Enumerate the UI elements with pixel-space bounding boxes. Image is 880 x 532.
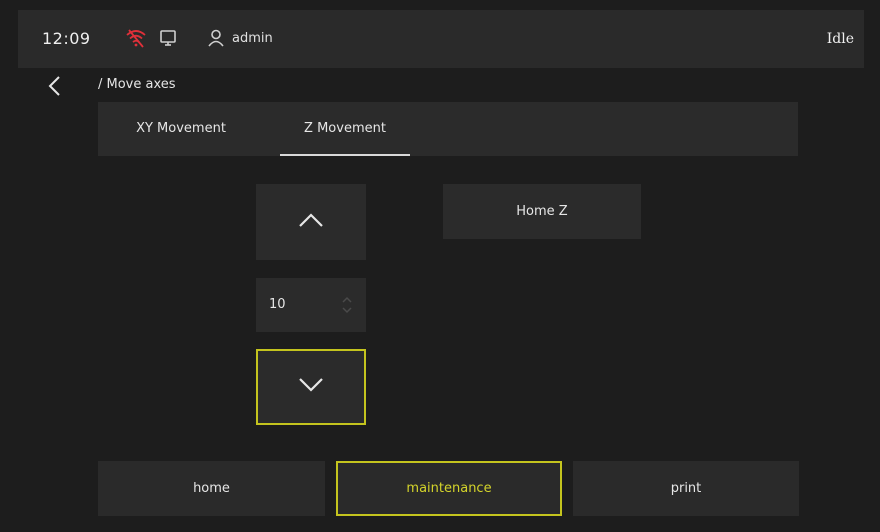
status-bar: 12:09 admin Idle: [18, 10, 864, 68]
z-step-input[interactable]: 10: [256, 278, 366, 332]
tab-xy-movement[interactable]: XY Movement: [118, 102, 244, 156]
clock: 12:09: [42, 29, 91, 48]
user-icon: [208, 29, 224, 47]
movement-tabs: XY Movement Z Movement: [98, 102, 798, 156]
chevron-down-icon: [299, 378, 323, 392]
back-button[interactable]: [42, 72, 70, 100]
nav-home-button[interactable]: home: [98, 461, 325, 516]
home-z-button[interactable]: Home Z: [443, 184, 641, 239]
nav-print-button[interactable]: print: [573, 461, 799, 516]
spinner-icon[interactable]: [341, 294, 353, 316]
breadcrumb: / Move axes: [98, 77, 176, 92]
z-step-value[interactable]: 10: [269, 297, 286, 312]
tab-z-movement[interactable]: Z Movement: [280, 102, 410, 156]
z-down-button[interactable]: [256, 349, 366, 425]
username: admin: [232, 31, 273, 46]
monitor-icon[interactable]: [158, 28, 178, 48]
nav-maintenance-button[interactable]: maintenance: [336, 461, 562, 516]
chevron-up-icon: [299, 213, 323, 227]
printer-status: Idle: [826, 31, 854, 47]
z-up-button[interactable]: [256, 184, 366, 260]
wifi-off-icon[interactable]: [125, 28, 147, 48]
